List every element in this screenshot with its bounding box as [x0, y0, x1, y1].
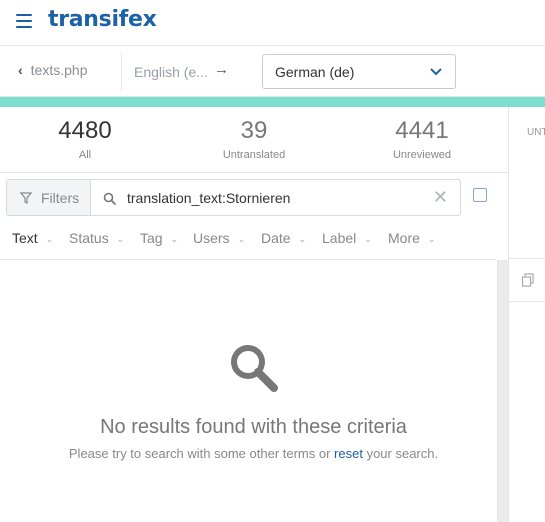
filter-tab-more[interactable]: More ⌄	[388, 230, 435, 246]
search-input[interactable]: translation_text:Stornieren ✕	[90, 179, 461, 216]
chevron-left-icon: ‹	[18, 62, 23, 78]
transifex-logo[interactable]: transifex	[48, 7, 157, 32]
stat-untranslated-label: Untranslated	[222, 149, 286, 161]
search-icon	[103, 192, 117, 206]
filter-tab-label[interactable]: Label ⌄	[322, 230, 372, 246]
stat-all[interactable]: 4480 All	[10, 117, 160, 161]
chevron-down-icon: ⌄	[45, 234, 54, 244]
chevron-down-icon: ⌄	[364, 234, 372, 244]
scrollbar[interactable]	[497, 260, 508, 522]
filters-label: Filters	[41, 190, 80, 206]
stat-untranslated[interactable]: 39 Untranslated	[179, 117, 329, 161]
stats-bar: 4480 All 39 Untranslated 4441 Unreviewed	[0, 107, 508, 173]
filters-button[interactable]: Filters	[6, 179, 91, 216]
filter-tab-text[interactable]: Text ⌄	[12, 230, 53, 246]
filter-tab-label-text: Label	[322, 230, 357, 246]
empty-state-text: your search.	[362, 446, 439, 461]
filter-tab-label: Users	[193, 230, 230, 246]
chevron-down-icon: ⌄	[170, 234, 179, 244]
search-query: translation_text:Stornieren	[127, 190, 291, 206]
divider	[509, 258, 545, 259]
search-icon	[231, 345, 278, 392]
chevron-down-icon: ⌄	[116, 234, 125, 244]
language-bar: ‹ texts.php English (e... → German (de)	[0, 47, 545, 97]
filter-tab-label: Tag	[140, 230, 163, 246]
empty-state: No results found with these criteria Ple…	[0, 260, 497, 522]
filter-tab-users[interactable]: Users ⌄	[193, 230, 245, 246]
divider	[509, 301, 545, 302]
back-to-resource-link[interactable]: ‹ texts.php	[18, 62, 88, 78]
filter-tab-label: Status	[69, 230, 109, 246]
top-bar: transifex	[0, 0, 545, 46]
reset-search-link[interactable]: reset	[334, 446, 363, 461]
source-language: English (e...	[134, 64, 208, 80]
filter-tab-status[interactable]: Status ⌄	[69, 230, 124, 246]
filter-tab-date[interactable]: Date ⌄	[261, 230, 306, 246]
chevron-down-icon: ⌄	[298, 234, 307, 244]
select-all-checkbox[interactable]	[473, 188, 487, 202]
filter-tab-label: Date	[261, 230, 291, 246]
clear-icon[interactable]: ✕	[433, 187, 448, 208]
empty-state-text: Please try to search with some other ter…	[68, 446, 335, 461]
stat-unreviewed[interactable]: 4441 Unreviewed	[347, 117, 497, 161]
filter-tabs: Text ⌄ Status ⌄ Tag ⌄ Users ⌄ Date ⌄ Label ⌄ M…	[0, 220, 497, 260]
target-language-value: German (de)	[275, 64, 355, 80]
stat-untranslated-count: 39	[240, 117, 268, 144]
resource-name: texts.php	[30, 62, 88, 78]
stat-unreviewed-label: Unreviewed	[392, 149, 452, 161]
filter-icon	[20, 192, 32, 204]
stat-all-label: All	[78, 149, 92, 161]
chevron-down-icon: ⌄	[237, 234, 246, 244]
empty-state-subtitle: Please try to search with some other ter…	[0, 446, 507, 461]
chevron-down-icon: ⌄	[427, 234, 436, 244]
filter-tab-label: Text	[12, 230, 38, 246]
stat-all-count: 4480	[58, 117, 112, 144]
target-language-select[interactable]: German (de)	[262, 54, 456, 89]
translation-progress-bar	[0, 97, 545, 107]
filter-tab-label: More	[388, 230, 420, 246]
empty-state-title: No results found with these criteria	[100, 416, 407, 438]
divider	[121, 53, 122, 91]
menu-icon[interactable]	[16, 14, 32, 28]
chevron-down-icon	[430, 68, 442, 76]
untranslated-tab[interactable]: UNT	[527, 127, 545, 138]
editor-side-panel: UNT	[508, 107, 545, 522]
arrow-right-icon: →	[214, 61, 229, 78]
filter-tab-tag[interactable]: Tag ⌄	[140, 230, 178, 246]
copy-icon[interactable]	[521, 273, 535, 287]
stat-unreviewed-count: 4441	[395, 117, 449, 144]
